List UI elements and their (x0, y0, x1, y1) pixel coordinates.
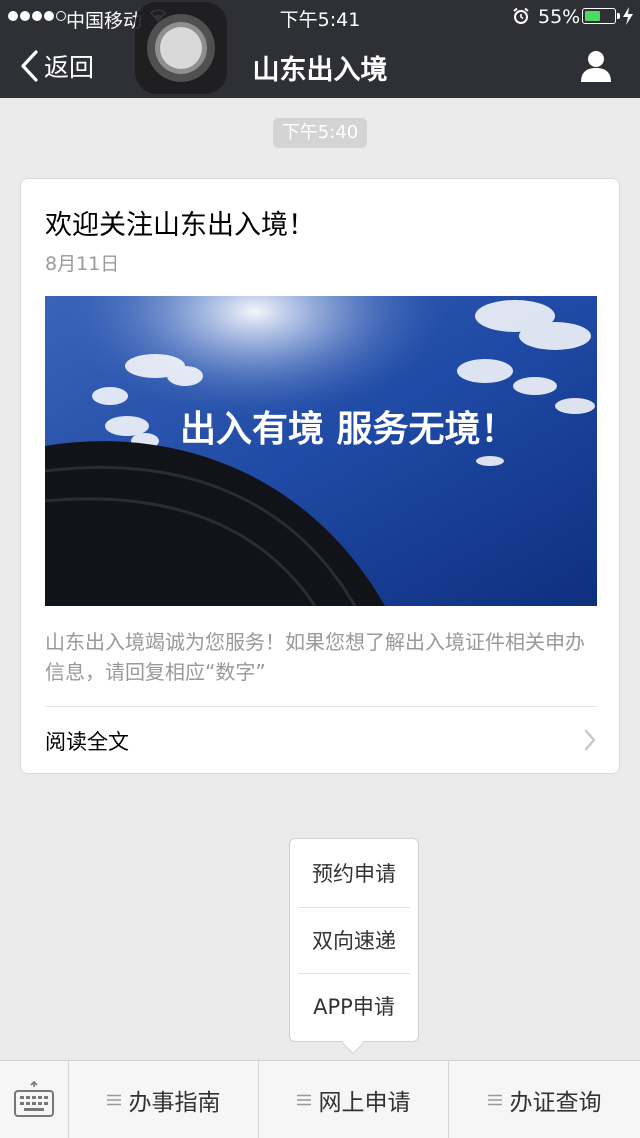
keyboard-icon (14, 1081, 54, 1117)
article-title: 欢迎关注山东出入境！ (45, 210, 315, 241)
menu-button-label: 办证查询 (509, 1090, 602, 1116)
chevron-right-icon (584, 729, 596, 751)
message-timestamp: 下午5:40 (273, 118, 367, 148)
article-description: 山东出入境竭诚为您服务！如果您想了解出入境证件相关申办信息，请回复相应“数字” (45, 630, 585, 684)
article-date: 8月11日 (45, 253, 120, 275)
page-title: 山东出入境 (252, 55, 388, 86)
read-full-article-link[interactable]: 阅读全文 (21, 707, 621, 773)
menu-item-app-application[interactable]: APP申请 (298, 973, 410, 1039)
menu-item-express-delivery[interactable]: 双向速递 (298, 907, 410, 973)
battery-icon (582, 8, 620, 24)
article-cover-image[interactable]: 出入有境 服务无境！ (45, 296, 597, 606)
bottom-menu-bar: 办事指南 网上申请 办证查询 (0, 1060, 640, 1138)
menu-item-appointment[interactable]: 预约申请 (298, 841, 410, 907)
menu-lines-icon (487, 1094, 502, 1106)
status-bar: 中国移动 下午5:41 55% (0, 0, 640, 34)
keyboard-toggle-button[interactable] (0, 1061, 68, 1138)
nav-bar: 返回 山东出入境 (0, 34, 640, 98)
menu-button-label: 办事指南 (128, 1090, 221, 1116)
cover-image-text: 出入有境 服务无境！ (180, 408, 517, 450)
person-icon[interactable] (576, 46, 616, 86)
submenu-popup: 预约申请 双向速递 APP申请 (289, 838, 419, 1042)
menu-button-label: 网上申请 (318, 1090, 411, 1116)
menu-button-status-query[interactable]: 办证查询 (449, 1061, 640, 1138)
menu-button-online-application[interactable]: 网上申请 (259, 1061, 448, 1138)
assistive-touch-button[interactable] (135, 2, 227, 94)
read-more-label: 阅读全文 (45, 730, 129, 754)
charging-bolt-icon (623, 7, 633, 25)
battery-percentage: 55% (538, 6, 581, 28)
menu-button-guide[interactable]: 办事指南 (69, 1061, 258, 1138)
menu-lines-icon (296, 1094, 311, 1106)
menu-lines-icon (106, 1094, 121, 1106)
article-card[interactable]: 欢迎关注山东出入境！ 8月11日 出入有境 服务无境！ 山东出入境竭诚为您服务！… (20, 178, 620, 774)
alarm-clock-icon (513, 7, 529, 24)
